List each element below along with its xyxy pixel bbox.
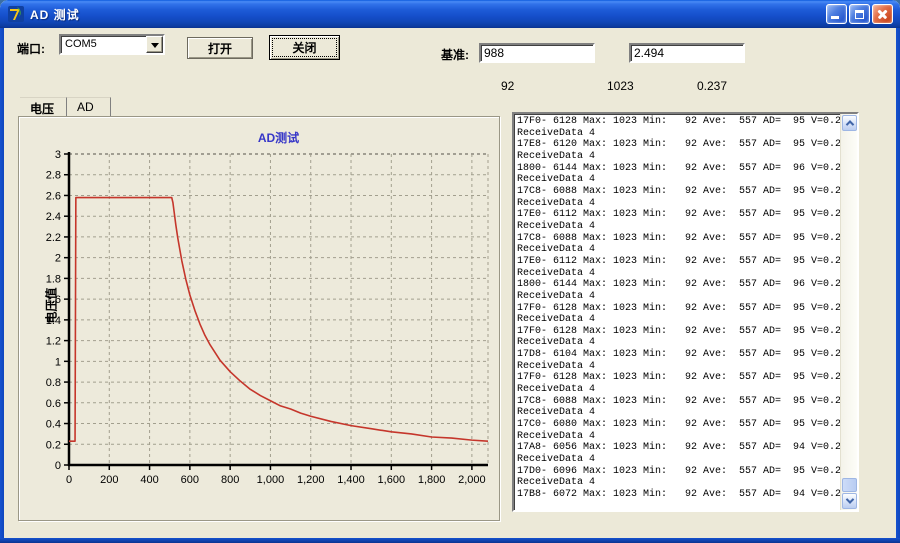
svg-text:1.8: 1.8 — [46, 273, 61, 285]
titlebar-buttons — [826, 4, 893, 24]
tab-voltage[interactable]: 电压 — [20, 97, 67, 116]
chevron-down-icon — [151, 43, 159, 48]
log-scrollbar[interactable] — [840, 114, 857, 510]
svg-text:600: 600 — [181, 474, 199, 486]
port-select[interactable]: COM5 — [59, 34, 165, 55]
voltage-chart: 0 0.2 0.4 0.6 0.8 1 1.2 1.4 1.6 1.8 2 2.2 2.4 2.6 2.8 3… — [19, 117, 501, 522]
svg-text:1.4: 1.4 — [46, 315, 61, 327]
window-title: AD 测试 — [30, 6, 80, 23]
port-dropdown-button[interactable] — [146, 36, 163, 53]
svg-text:1,800: 1,800 — [418, 474, 446, 486]
svg-text:0: 0 — [55, 460, 61, 472]
window-border-right — [896, 24, 900, 543]
scroll-up-button[interactable] — [842, 115, 857, 131]
svg-text:1,200: 1,200 — [297, 474, 325, 486]
svg-text:2.8: 2.8 — [46, 170, 61, 182]
svg-text:2,000: 2,000 — [458, 474, 486, 486]
readout-volt: 0.237 — [697, 79, 727, 93]
tab-ad[interactable]: AD — [67, 97, 111, 116]
log-textbox[interactable]: 17F0- 6128 Max: 1023 Min: 92 Ave: 557 AD… — [512, 112, 859, 512]
reference-value-field[interactable] — [479, 43, 595, 63]
svg-text:0.2: 0.2 — [46, 439, 61, 451]
close-button[interactable] — [872, 4, 893, 24]
scrollbar-thumb[interactable] — [842, 478, 857, 492]
svg-text:2.2: 2.2 — [46, 232, 61, 244]
svg-text:0: 0 — [66, 474, 72, 486]
port-label: 端口: — [17, 40, 45, 57]
readout-max: 1023 — [607, 79, 634, 93]
chart-panel: AD测试 电压值 00.20.40.60.811.21.41.61.822.22… — [18, 116, 500, 521]
chevron-down-icon — [845, 495, 853, 503]
reference-label: 基准: — [441, 46, 469, 63]
open-button[interactable]: 打开 — [187, 37, 253, 59]
title-bar[interactable]: AD 测试 — [0, 0, 900, 28]
chevron-up-icon — [845, 120, 853, 128]
svg-text:3: 3 — [55, 149, 61, 161]
svg-text:1.6: 1.6 — [46, 294, 61, 306]
tab-strip: 电压 AD — [20, 97, 111, 116]
reference-voltage-field[interactable] — [629, 43, 745, 63]
svg-text:2.4: 2.4 — [46, 211, 61, 223]
maximize-icon — [855, 10, 864, 19]
minimize-button[interactable] — [826, 4, 847, 24]
svg-text:0.4: 0.4 — [46, 419, 61, 431]
log-text: 17F0- 6128 Max: 1023 Min: 92 Ave: 557 AD… — [517, 116, 837, 501]
window-border-bottom — [0, 538, 900, 543]
svg-text:400: 400 — [140, 474, 158, 486]
svg-text:1,000: 1,000 — [257, 474, 285, 486]
svg-text:1,600: 1,600 — [378, 474, 406, 486]
port-selected-value: COM5 — [65, 38, 97, 50]
svg-text:1,400: 1,400 — [337, 474, 365, 486]
svg-text:0.6: 0.6 — [46, 398, 61, 410]
svg-text:1.2: 1.2 — [46, 336, 61, 348]
svg-text:800: 800 — [221, 474, 239, 486]
window-border-left — [0, 24, 4, 543]
svg-text:2: 2 — [55, 253, 61, 265]
svg-text:200: 200 — [100, 474, 118, 486]
maximize-button[interactable] — [849, 4, 870, 24]
svg-text:1: 1 — [55, 356, 61, 368]
app-icon — [7, 5, 25, 23]
readout-min: 92 — [501, 79, 514, 93]
app-window: AD 测试 端口: COM5 打开 关闭 基准: 92 1023 0.237 电… — [0, 0, 900, 543]
close-port-button[interactable]: 关闭 — [269, 35, 340, 60]
minimize-icon — [831, 16, 839, 19]
svg-text:2.6: 2.6 — [46, 190, 61, 202]
svg-text:0.8: 0.8 — [46, 377, 61, 389]
scroll-down-button[interactable] — [842, 493, 857, 509]
